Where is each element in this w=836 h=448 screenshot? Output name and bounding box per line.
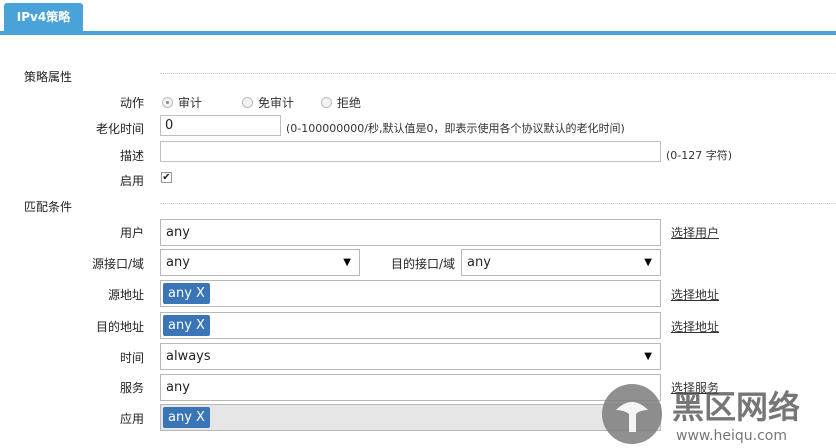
radio-icon xyxy=(321,97,332,108)
select-dst-addr-link[interactable]: 选择地址 xyxy=(671,318,719,335)
dst-addr-label: 目的地址 xyxy=(95,320,144,334)
service-input[interactable]: any xyxy=(160,374,661,401)
app-label: 应用 xyxy=(119,412,144,426)
enable-checkbox[interactable]: ✔ xyxy=(161,172,172,183)
radio-icon xyxy=(242,97,253,108)
select-src-addr-link[interactable]: 选择地址 xyxy=(671,286,719,303)
time-value: always xyxy=(166,349,211,364)
select-user-link[interactable]: 选择用户 xyxy=(671,224,719,241)
section-match-conditions: 匹配条件 xyxy=(24,200,73,214)
enable-label: 启用 xyxy=(119,174,144,188)
radio-deny[interactable]: 拒绝 xyxy=(321,94,361,111)
src-if-label: 源接口/域 xyxy=(91,257,144,271)
watermark-logo: 黑区网络 www.heiqu.com xyxy=(602,384,800,444)
desc-input[interactable] xyxy=(160,141,661,162)
dropdown-arrow-icon: ▼ xyxy=(644,257,652,268)
app-tag[interactable]: any X xyxy=(163,407,210,428)
desc-hint: (0-127 字符) xyxy=(666,149,733,162)
app-box[interactable]: any X xyxy=(160,404,661,431)
aging-hint: (0-100000000/秒,默认值是0，即表示使用各个协议默认的老化时间) xyxy=(286,122,625,135)
src-addr-label: 源地址 xyxy=(107,288,144,302)
action-label: 动作 xyxy=(119,96,144,110)
dropdown-arrow-icon: ▼ xyxy=(644,351,652,362)
src-if-value: any xyxy=(166,255,190,270)
tab-underline xyxy=(0,31,836,35)
tab-bar: IPv4策略 xyxy=(0,0,836,35)
radio-audit[interactable]: 审计 xyxy=(162,94,202,111)
time-select[interactable]: always ▼ xyxy=(160,343,661,370)
radio-no-audit[interactable]: 免审计 xyxy=(242,94,294,111)
watermark-url: www.heiqu.com xyxy=(676,428,787,444)
src-addr-tag[interactable]: any X xyxy=(163,283,210,304)
section-divider xyxy=(160,203,836,204)
aging-input[interactable]: 0 xyxy=(160,115,281,136)
radio-selected-icon xyxy=(162,97,173,108)
dst-if-select[interactable]: any ▼ xyxy=(461,249,661,276)
radio-audit-label: 审计 xyxy=(178,96,203,110)
desc-label: 描述 xyxy=(119,149,144,163)
src-addr-box[interactable]: any X xyxy=(160,280,661,307)
radio-deny-label: 拒绝 xyxy=(337,96,362,110)
time-label: 时间 xyxy=(119,351,144,365)
dst-if-label: 目的接口/域 xyxy=(390,257,455,271)
tab-ipv4-policy[interactable]: IPv4策略 xyxy=(4,3,83,31)
aging-label: 老化时间 xyxy=(95,122,144,136)
dst-addr-box[interactable]: any X xyxy=(160,312,661,339)
radio-no-audit-label: 免审计 xyxy=(258,96,295,110)
watermark-text: 黑区网络 xyxy=(672,388,800,426)
service-label: 服务 xyxy=(119,381,144,395)
dst-if-value: any xyxy=(467,255,491,270)
user-label: 用户 xyxy=(119,226,144,240)
section-policy-props: 策略属性 xyxy=(24,70,73,84)
dst-addr-tag[interactable]: any X xyxy=(163,315,210,336)
section-divider xyxy=(160,73,836,74)
user-input[interactable]: any xyxy=(160,219,661,246)
